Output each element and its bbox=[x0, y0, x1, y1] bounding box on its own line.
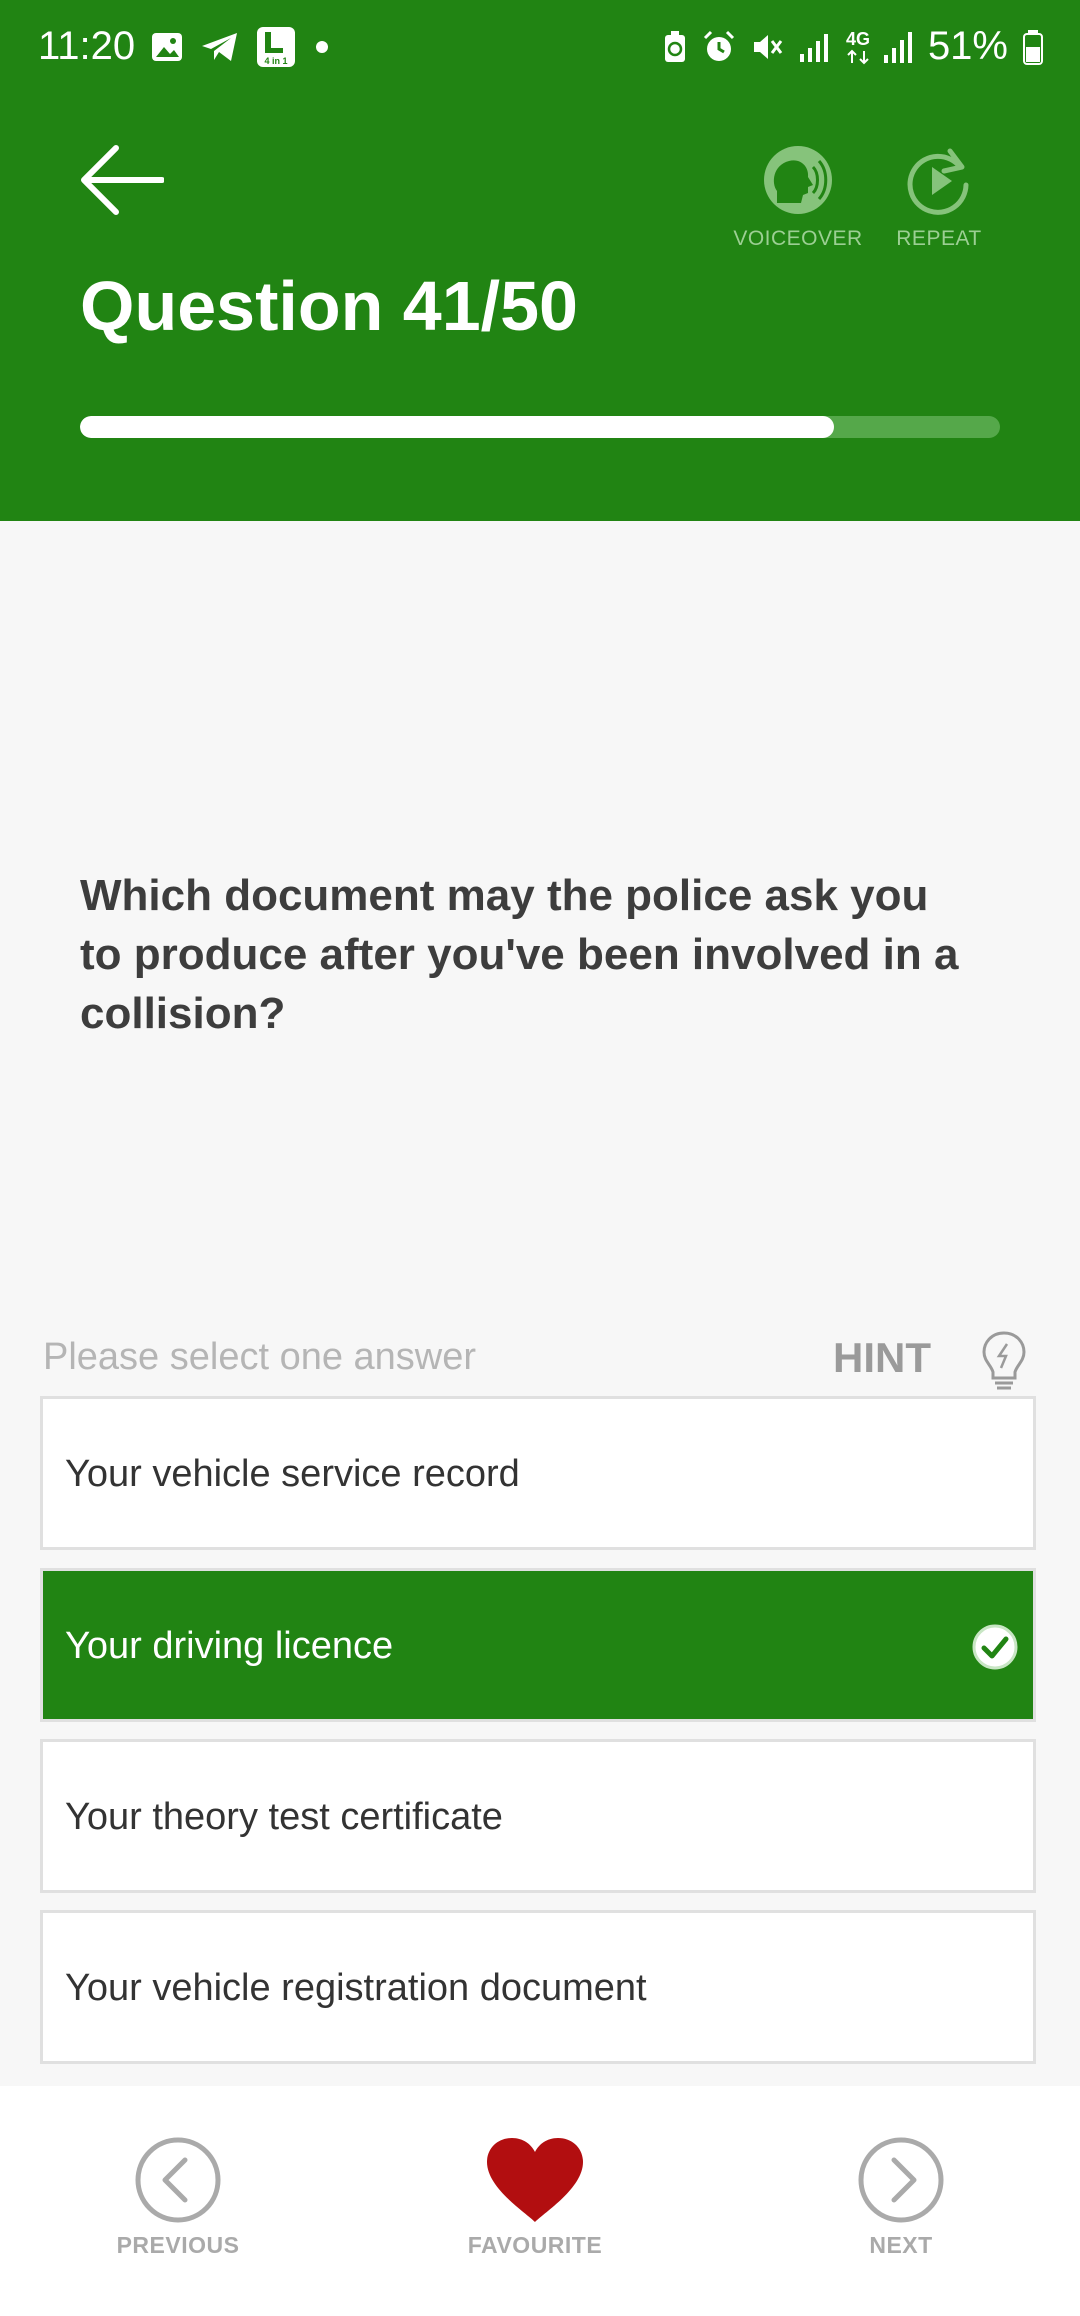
next-label: NEXT bbox=[869, 2232, 933, 2258]
signal-4g-icon: 4G bbox=[846, 29, 912, 64]
telegram-icon bbox=[202, 33, 237, 61]
answer-option-1[interactable]: Your vehicle service record bbox=[40, 1396, 1036, 1550]
battery-saver-icon bbox=[664, 30, 685, 62]
status-right-icons: 4G 51% bbox=[662, 24, 1044, 69]
svg-text:4 in 1: 4 in 1 bbox=[264, 56, 287, 66]
signal-icon bbox=[799, 33, 828, 62]
answer-option-4[interactable]: Your vehicle registration document bbox=[40, 1910, 1036, 2064]
previous-label: PREVIOUS bbox=[116, 2232, 240, 2258]
lightbulb-icon[interactable] bbox=[981, 1330, 1027, 1392]
battery-icon bbox=[1023, 29, 1043, 65]
notification-dot-icon bbox=[316, 41, 328, 53]
answer-option-label: Your vehicle registration document bbox=[65, 1967, 647, 2009]
answer-option-label: Your theory test certificate bbox=[65, 1796, 503, 1838]
answer-option-label: Your driving licence bbox=[65, 1625, 394, 1667]
next-button[interactable]: NEXT bbox=[801, 2136, 1001, 2259]
repeat-button[interactable]: REPEAT bbox=[869, 145, 1009, 251]
voiceover-label: VOICEOVER bbox=[733, 227, 863, 250]
chevron-right-circle-icon bbox=[858, 2137, 944, 2223]
repeat-label: REPEAT bbox=[896, 227, 982, 250]
gallery-icon bbox=[152, 33, 182, 61]
status-time: 11:20 bbox=[38, 24, 136, 68]
select-instruction: Please select one answer bbox=[43, 1336, 477, 1378]
answer-option-label: Your vehicle service record bbox=[65, 1453, 520, 1495]
alarm-icon bbox=[703, 30, 734, 61]
svg-text:4G: 4G bbox=[846, 29, 870, 49]
replay-icon bbox=[907, 148, 969, 215]
answer-option-2[interactable]: Your driving licence bbox=[40, 1568, 1036, 1722]
favourite-label: FAVOURITE bbox=[467, 2232, 603, 2258]
battery-percent: 51% bbox=[927, 24, 1008, 68]
status-left-icons: 4 in 1 bbox=[150, 26, 332, 68]
bottom-nav: PREVIOUS FAVOURITE NEXT bbox=[0, 2086, 1080, 2316]
app-4in1-icon: 4 in 1 bbox=[257, 27, 295, 67]
progress-bar bbox=[80, 416, 1000, 438]
chevron-left-circle-icon bbox=[135, 2137, 221, 2223]
voiceover-button[interactable]: VOICEOVER bbox=[728, 145, 868, 251]
hint-button[interactable]: HINT bbox=[833, 1334, 931, 1382]
voiceover-icon bbox=[764, 146, 832, 214]
question-text: Which document may the police ask you to… bbox=[80, 871, 959, 1038]
page-title: Question 41/50 bbox=[80, 267, 578, 345]
answer-option-3[interactable]: Your theory test certificate bbox=[40, 1739, 1036, 1893]
check-circle-icon bbox=[972, 1624, 1018, 1670]
header-bar: 11:20 4 in 1 4G 51% VOICEOVER REPEAT Que… bbox=[0, 0, 1080, 521]
heart-icon bbox=[487, 2138, 583, 2222]
favourite-button[interactable]: FAVOURITE bbox=[435, 2136, 635, 2259]
status-bar: 11:20 4 in 1 4G 51% bbox=[0, 0, 1080, 94]
previous-button[interactable]: PREVIOUS bbox=[78, 2136, 278, 2259]
progress-fill bbox=[80, 416, 835, 438]
mute-icon bbox=[753, 34, 783, 59]
back-arrow-icon[interactable] bbox=[80, 142, 164, 218]
